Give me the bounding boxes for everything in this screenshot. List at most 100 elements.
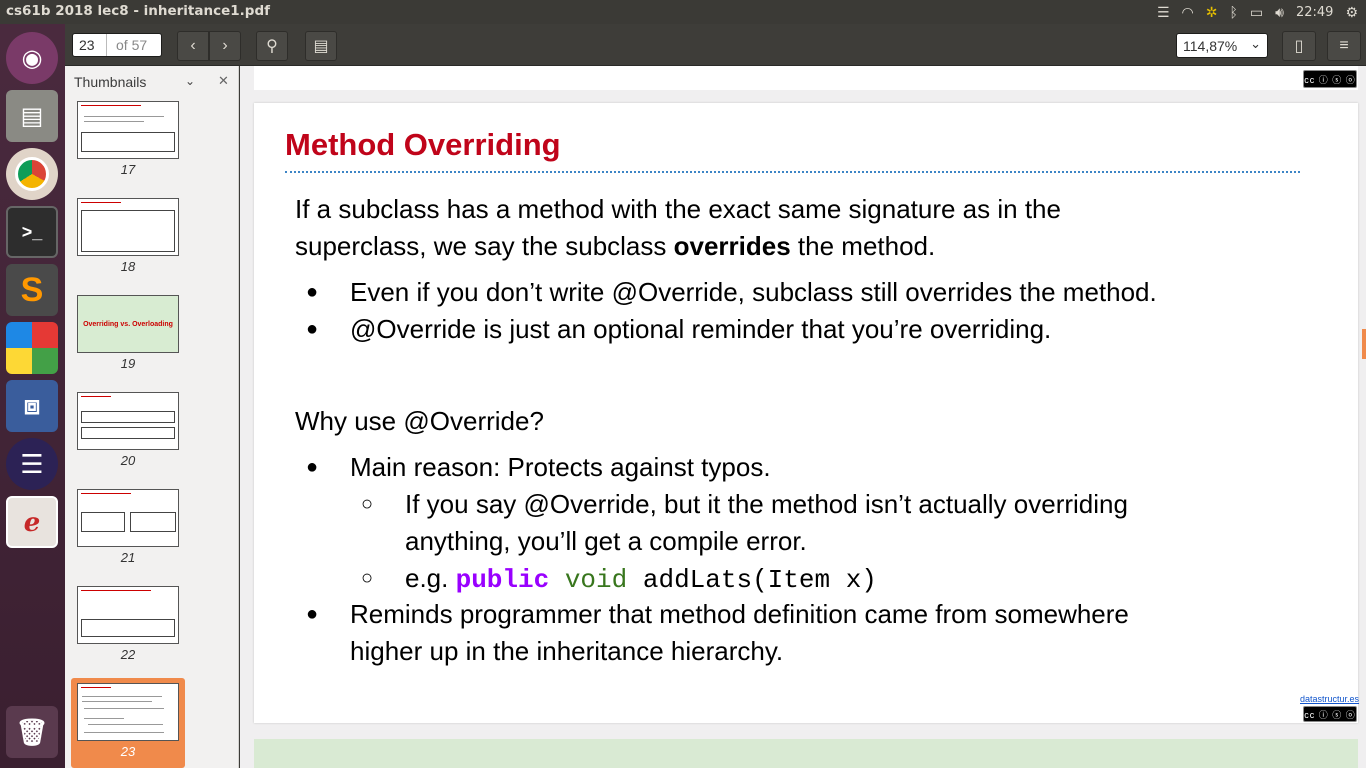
ubuntu-logo-icon[interactable]: ◉ xyxy=(6,32,58,84)
thumbnail-page-number: 20 xyxy=(120,453,136,468)
previous-page-bottom: cc ⓘ ⓢ ⓞ xyxy=(254,66,1358,90)
datastructures-link[interactable]: datastructur.es xyxy=(1300,694,1359,704)
volume-icon[interactable]: 🔊︎ xyxy=(1275,4,1284,21)
thumbnails-sidebar: Thumbnails ⌄ ✕ 17 18 Overriding vs. Over… xyxy=(65,66,239,768)
title-divider xyxy=(285,171,1300,173)
thumb-code-box xyxy=(81,132,175,152)
libreoffice-icon[interactable] xyxy=(6,322,58,374)
slide-title: Method Overriding xyxy=(285,127,561,162)
thumbnail-page-19[interactable]: Overriding vs. Overloading xyxy=(77,295,179,353)
document-viewer-icon[interactable]: ℯ xyxy=(6,496,58,548)
intro-line-2: superclass, we say the subclass override… xyxy=(295,228,935,265)
thumb-line xyxy=(88,724,163,725)
code-keyword-public: public xyxy=(455,565,550,595)
thumb-line xyxy=(81,590,151,591)
sidebar-mode-dropdown-icon[interactable]: ⌄ xyxy=(185,74,195,88)
system-tray: ☰ ◠ ✲ ᛒ ▭ 🔊︎ 22:49 ⚙ xyxy=(1157,0,1366,24)
sub-bullet-circle: ○ xyxy=(361,493,374,515)
clipboard-icon: ▤ xyxy=(313,38,329,55)
settings-gear-icon[interactable]: ⚙ xyxy=(1345,4,1358,21)
cc-license-badge: cc ⓘ ⓢ ⓞ xyxy=(1303,706,1357,722)
thumbnail-page-18[interactable] xyxy=(77,198,179,256)
sub-bullet-item: ○ e.g. public void addLats(Item x) xyxy=(361,560,877,599)
thumbnail-page-21[interactable] xyxy=(77,489,179,547)
intro-bold-word: overrides xyxy=(673,231,791,261)
toolbar: 23 of 57 ‹ › ⚲ ▤ 114,87% ⌄ ▯ ≡ xyxy=(65,24,1366,66)
annotations-button[interactable]: ▤ xyxy=(305,31,337,61)
sublime-text-icon[interactable]: S xyxy=(6,264,58,316)
document-icon: ▯ xyxy=(1294,38,1304,55)
thumb-line xyxy=(81,105,141,106)
launcher: ◉ ▤ >_ S ⧈ ☰ ℯ 🗑︎ xyxy=(0,24,65,768)
sub-bullet-item: ○ If you say @Override, but it the metho… xyxy=(361,486,1128,523)
battery-icon[interactable]: ▭ xyxy=(1250,4,1263,21)
thumbnail-page-number: 19 xyxy=(120,356,136,371)
next-page-preview xyxy=(254,739,1358,768)
bullet-text: @Override is just an optional reminder t… xyxy=(350,314,1052,344)
thumb-line xyxy=(84,732,164,733)
trash-icon[interactable]: 🗑︎ xyxy=(6,706,58,758)
chrome-icon[interactable] xyxy=(6,148,58,200)
thumbnail-page-number: 22 xyxy=(120,647,136,662)
document-properties-button[interactable]: ▯ xyxy=(1282,31,1316,61)
app-indicator-icon[interactable]: ✲ xyxy=(1206,4,1218,21)
thumb-code-box xyxy=(130,512,176,532)
search-button[interactable]: ⚲ xyxy=(256,31,288,61)
thumbnail-page-number: 21 xyxy=(120,550,136,565)
clock[interactable]: 22:49 xyxy=(1296,5,1333,20)
thumb-line xyxy=(84,718,124,719)
files-icon[interactable]: ▤ xyxy=(6,90,58,142)
close-sidebar-icon[interactable]: ✕ xyxy=(218,73,229,89)
bullet-dot: ● xyxy=(306,281,319,303)
bullet-dot: ● xyxy=(306,318,319,340)
document-view[interactable]: cc ⓘ ⓢ ⓞ Method Overriding If a subclass… xyxy=(240,66,1366,768)
vscode-icon[interactable]: ⧈ xyxy=(6,380,58,432)
eclipse-icon[interactable]: ☰ xyxy=(6,438,58,490)
terminal-icon[interactable]: >_ xyxy=(6,206,58,258)
menu-button[interactable]: ≡ xyxy=(1327,31,1361,61)
wifi-icon[interactable]: ◠ xyxy=(1182,4,1194,21)
bullet-item: ● Even if you don’t write @Override, sub… xyxy=(306,274,1157,311)
chevron-down-icon: ⌄ xyxy=(1250,36,1261,51)
thumbnail-page-number: 18 xyxy=(120,259,136,274)
thumb-line xyxy=(81,493,131,494)
bullet-item: ● @Override is just an optional reminder… xyxy=(306,311,1052,348)
sub-bullet-prefix: e.g. xyxy=(405,563,456,593)
bluetooth-icon[interactable]: ᛒ xyxy=(1230,4,1238,20)
thumbnail-page-23[interactable] xyxy=(77,683,179,741)
top-panel: cs61b 2018 lec8 - inheritance1.pdf ☰ ◠ ✲… xyxy=(0,0,1366,24)
bullet-item: ● Reminds programmer that method definit… xyxy=(306,596,1129,633)
thumb-code-box xyxy=(81,411,175,423)
code-method-signature: addLats(Item x) xyxy=(642,565,877,595)
thumb-line xyxy=(81,202,121,203)
cc-license-badge: cc ⓘ ⓢ ⓞ xyxy=(1303,70,1357,88)
page-number-input[interactable]: 23 xyxy=(73,34,107,56)
bullet-dot: ● xyxy=(306,456,319,478)
search-icon: ⚲ xyxy=(266,38,278,55)
sidebar-header: Thumbnails ⌄ ✕ xyxy=(65,66,238,98)
previous-page-button[interactable]: ‹ xyxy=(177,31,209,61)
thumb-line xyxy=(82,696,162,697)
thumb-code-box xyxy=(81,427,175,439)
scroll-position-marker[interactable] xyxy=(1362,329,1366,359)
code-keyword-void: void xyxy=(564,565,628,595)
zoom-value: 114,87% xyxy=(1183,37,1238,54)
thumb-line xyxy=(84,116,164,117)
intro-text-b: the method. xyxy=(790,231,936,261)
page-selector[interactable]: 23 of 57 xyxy=(72,33,162,57)
bullet-continuation: higher up in the inheritance hierarchy. xyxy=(350,636,784,666)
thumb-line xyxy=(81,687,111,688)
thumbnail-page-17[interactable] xyxy=(77,101,179,159)
sub-bullet-continuation: anything, you’ll get a compile error. xyxy=(405,526,807,556)
thumb-code-box xyxy=(81,512,125,532)
thumbnail-page-number: 17 xyxy=(120,162,136,177)
indicator-menu-icon[interactable]: ☰ xyxy=(1157,4,1170,21)
thumbnail-page-22[interactable] xyxy=(77,586,179,644)
zoom-select[interactable]: 114,87% ⌄ xyxy=(1176,33,1268,58)
thumb-line xyxy=(82,701,152,702)
thumbnail-page-20[interactable] xyxy=(77,392,179,450)
thumb-code-box xyxy=(81,619,175,637)
next-page-button[interactable]: › xyxy=(209,31,241,61)
thumbnail-section-label: Overriding vs. Overloading xyxy=(83,320,173,328)
bullet-text: Main reason: Protects against typos. xyxy=(350,452,771,482)
